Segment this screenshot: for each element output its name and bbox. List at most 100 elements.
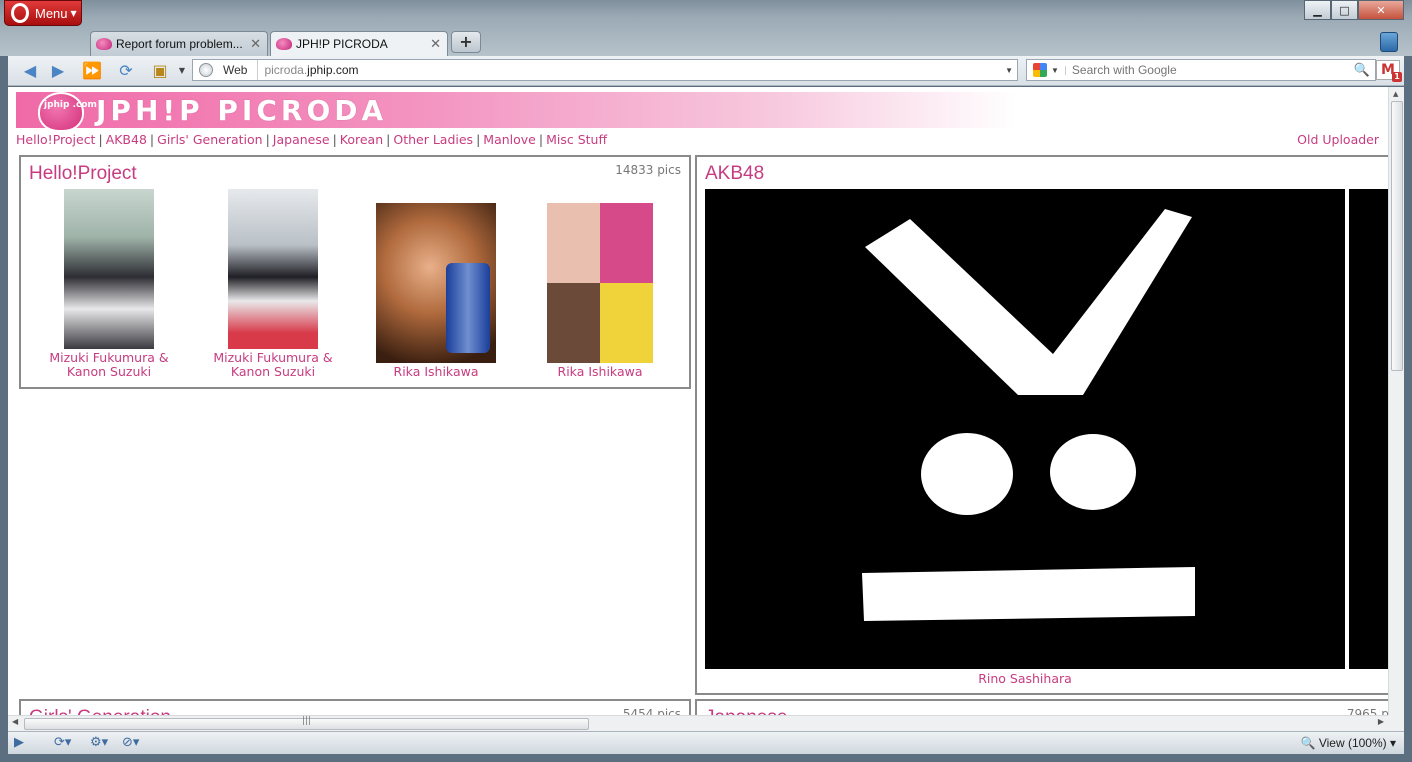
trash-icon[interactable] (1380, 32, 1398, 52)
broken-image-face-icon (862, 209, 1195, 621)
thumbnail-image[interactable] (64, 189, 154, 349)
vertical-scrollbar[interactable]: ▲ (1388, 87, 1404, 715)
scroll-right-icon[interactable]: ▶ (1378, 717, 1384, 726)
nav-separator: | (476, 132, 481, 147)
scroll-up-icon[interactable]: ▲ (1393, 90, 1398, 98)
old-uploader-link[interactable]: Old Uploader (1297, 132, 1379, 147)
thumbnail-item[interactable]: Rika Ishikawa (356, 203, 516, 379)
sync-icon[interactable]: ⟳▾ (54, 735, 71, 750)
vertical-scroll-thumb[interactable] (1391, 101, 1403, 371)
featured-caption[interactable]: Rino Sashihara (705, 671, 1345, 686)
thumbnail-caption[interactable]: Mizuki Fukumura & Kanon Suzuki (193, 351, 353, 379)
turbo-icon[interactable]: ⊘▾ (122, 735, 139, 750)
thumbnail-image[interactable] (376, 203, 496, 363)
forward-button[interactable]: ▶ (46, 59, 70, 82)
favicon-icon (276, 38, 292, 50)
scroll-grip-icon: ||| (302, 716, 312, 726)
address-scheme-label: Web (223, 60, 259, 80)
category-nav: Hello!Project | AKB48 | Girls' Generation | Ja… (16, 132, 607, 147)
pic-count: 14833 pics (615, 163, 681, 177)
close-tab-icon[interactable]: ✕ (250, 36, 261, 52)
fast-forward-button[interactable]: ⏩ (80, 59, 104, 82)
thumbnail-item[interactable]: Rika Ishikawa (520, 203, 680, 379)
maximize-button[interactable]: □ (1331, 0, 1358, 20)
search-input[interactable] (1071, 63, 1332, 77)
url-prefix: picroda. (264, 63, 308, 77)
window-titlebar: Menu ▼ Report forum problem... ✕ JPH!P P… (0, 0, 1412, 56)
window-controls: ▁ □ ✕ (1304, 0, 1404, 20)
nav-misc-stuff[interactable]: Misc Stuff (546, 132, 607, 147)
horizontal-scrollbar[interactable]: ◀ ||| ▶ (8, 715, 1388, 731)
thumbnail-caption[interactable]: Rika Ishikawa (356, 365, 516, 379)
new-tab-button[interactable]: + (451, 31, 481, 53)
nav-manlove[interactable]: Manlove (483, 132, 536, 147)
tab-label: JPH!P PICRODA (296, 37, 388, 51)
tab-jphip-picroda[interactable]: JPH!P PICRODA ✕ (270, 31, 448, 56)
nav-separator: | (98, 132, 103, 147)
featured-image[interactable] (705, 189, 1345, 669)
site-title: JPH!P PICRODA (96, 94, 388, 127)
japanese-panel: Japanese 7965 pics (695, 699, 1404, 715)
nav-japanese[interactable]: Japanese (273, 132, 330, 147)
favicon-icon (96, 38, 112, 50)
panel-title[interactable]: Hello!Project (29, 163, 137, 185)
search-box: ▼ 🔍 (1026, 59, 1376, 81)
nav-girls-generation[interactable]: Girls' Generation (157, 132, 262, 147)
nav-separator: | (386, 132, 391, 147)
bookmark-dropdown-icon[interactable]: ▼ (170, 59, 194, 82)
panel-title[interactable]: AKB48 (705, 163, 764, 185)
search-engine-dropdown-icon[interactable]: ▼ (1051, 65, 1066, 75)
url-domain: jphip.com (307, 63, 359, 77)
nav-separator: | (538, 132, 544, 147)
site-logo[interactable] (38, 92, 84, 132)
tab-report-forum[interactable]: Report forum problem... ✕ (90, 31, 268, 56)
close-tab-icon[interactable]: ✕ (430, 36, 441, 52)
thumbnail-caption[interactable]: Mizuki Fukumura & Kanon Suzuki (29, 351, 189, 379)
chevron-down-icon: ▼ (70, 8, 77, 18)
nav-separator: | (265, 132, 270, 147)
search-icon[interactable]: 🔍 (1354, 62, 1370, 78)
address-dropdown-icon[interactable]: ▼ (1005, 66, 1013, 75)
panel-toggle-icon[interactable]: ▶ (14, 735, 24, 750)
address-url[interactable]: picroda.jphip.com (264, 63, 358, 77)
nav-hello-project[interactable]: Hello!Project (16, 132, 95, 147)
scroll-corner (1388, 715, 1404, 731)
close-window-button[interactable]: ✕ (1358, 0, 1404, 20)
nav-korean[interactable]: Korean (340, 132, 383, 147)
thumbnail-image[interactable] (228, 189, 318, 349)
unite-icon[interactable]: ⚙▾ (90, 735, 108, 750)
tab-label: Report forum problem... (116, 37, 243, 51)
status-bar: ▶ ⟳▾ ⚙▾ ⊘▾ 🔍 View (100%) ▾ (8, 731, 1404, 754)
nav-other-ladies[interactable]: Other Ladies (393, 132, 473, 147)
nav-separator: | (332, 132, 337, 147)
mail-icon[interactable]: M1 (1376, 60, 1402, 82)
reload-button[interactable]: ⟳ (114, 59, 138, 82)
thumbnail-caption[interactable]: Rika Ishikawa (520, 365, 680, 379)
zoom-label: View (100%) (1318, 736, 1387, 750)
thumbnail-image[interactable] (547, 203, 653, 363)
back-button[interactable]: ◀ (18, 59, 42, 82)
scroll-left-icon[interactable]: ◀ (12, 717, 18, 726)
panel-title[interactable]: Japanese (705, 707, 787, 715)
globe-icon (199, 63, 213, 77)
page-viewport: jphip .com JPH!P PICRODA Hello!Project | A… (8, 87, 1404, 715)
nav-akb48[interactable]: AKB48 (106, 132, 147, 147)
site-banner[interactable]: jphip .com JPH!P PICRODA (16, 92, 1016, 132)
panel-title[interactable]: Girls' Generation (29, 707, 171, 715)
minimize-button[interactable]: ▁ (1304, 0, 1331, 20)
menu-label: Menu (35, 5, 68, 21)
thumbnail-item[interactable]: Mizuki Fukumura & Kanon Suzuki (193, 189, 353, 379)
hello-project-panel: Hello!Project 14833 pics Mizuki Fukumura… (19, 155, 691, 389)
address-bar[interactable]: Web picroda.jphip.com ▼ (192, 59, 1018, 81)
bookmark-button[interactable]: ▣ (148, 59, 172, 82)
google-icon[interactable] (1033, 63, 1047, 77)
navigation-toolbar: ◀ ▶ ⏩ ⟳ ▣ ▼ Web picroda.jphip.com ▼ ▼ 🔍 … (8, 56, 1404, 86)
girls-generation-panel: Girls' Generation 5454 pics (19, 699, 691, 715)
akb48-panel: AKB48 Rino Sashihara (695, 155, 1404, 695)
opera-menu-button[interactable]: Menu ▼ (4, 0, 82, 26)
zoom-control[interactable]: 🔍 View (100%) ▾ (1301, 736, 1396, 750)
mail-count-badge: 1 (1392, 72, 1402, 82)
thumbnail-item[interactable]: Mizuki Fukumura & Kanon Suzuki (29, 189, 189, 379)
logo-text: jphip .com (44, 100, 97, 110)
pic-count: 5454 pics (622, 707, 681, 715)
